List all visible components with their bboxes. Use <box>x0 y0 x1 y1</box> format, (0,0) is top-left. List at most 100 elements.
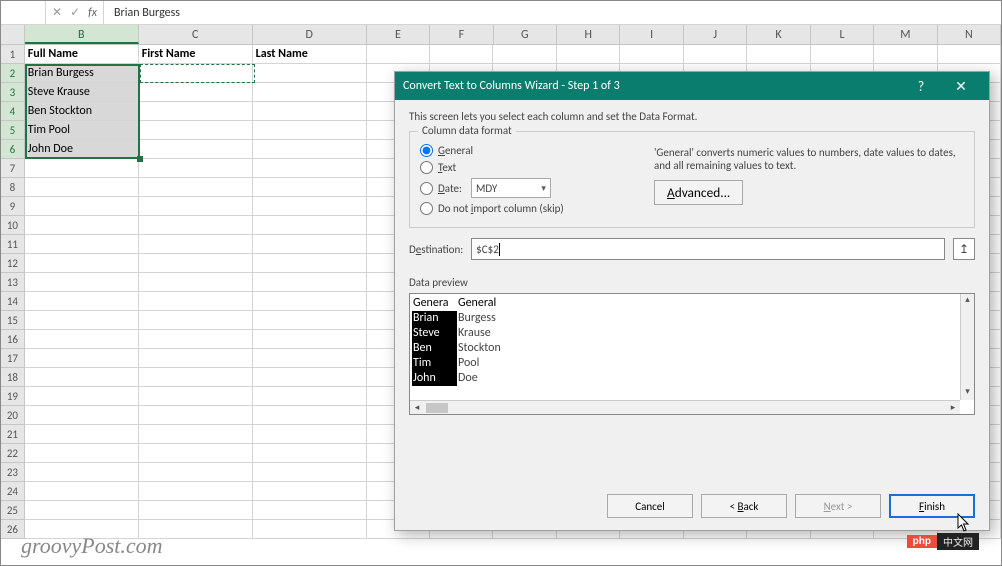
cell-rest[interactable] <box>811 45 874 64</box>
cell-rest[interactable] <box>938 45 1001 64</box>
radio-skip[interactable]: Do not import column (skip) <box>420 202 650 215</box>
col-header-C[interactable]: C <box>139 25 253 44</box>
cell-rest[interactable] <box>253 178 367 197</box>
cell-rest[interactable] <box>139 444 253 463</box>
cell-rest[interactable] <box>684 45 747 64</box>
cell-rest[interactable] <box>139 349 253 368</box>
cell-F1[interactable] <box>430 45 493 64</box>
cell-rest[interactable] <box>493 45 556 64</box>
cell-rest[interactable] <box>253 330 367 349</box>
advanced-button[interactable]: Advanced... <box>654 180 743 205</box>
cell-rest[interactable] <box>139 387 253 406</box>
cell-rest[interactable] <box>253 159 367 178</box>
cell-rest[interactable] <box>253 197 367 216</box>
preview-hscrollbar[interactable]: ◂▸ <box>410 400 960 414</box>
col-header-F[interactable]: F <box>430 25 493 44</box>
help-button[interactable]: ? <box>901 78 941 95</box>
row-header-22[interactable]: 22 <box>1 444 25 463</box>
cell-rest[interactable] <box>25 349 139 368</box>
cell-B4[interactable]: Ben Stockton <box>25 102 139 121</box>
cell-rest[interactable] <box>139 178 253 197</box>
name-box[interactable] <box>1 1 46 24</box>
cell-rest[interactable] <box>253 254 367 273</box>
cell-rest[interactable] <box>25 368 139 387</box>
row-header-13[interactable]: 13 <box>1 273 25 292</box>
scroll-thumb[interactable] <box>426 403 448 413</box>
scroll-right-icon[interactable]: ▸ <box>946 402 960 413</box>
dialog-titlebar[interactable]: Convert Text to Columns Wizard - Step 1 … <box>395 72 989 100</box>
range-picker-button[interactable]: ↥ <box>953 238 975 260</box>
cell-C1[interactable]: First Name <box>139 45 253 64</box>
row-header-15[interactable]: 15 <box>1 311 25 330</box>
cell-rest[interactable] <box>25 292 139 311</box>
cell-D1[interactable]: Last Name <box>253 45 367 64</box>
cell-rest[interactable] <box>25 254 139 273</box>
cell-rest[interactable] <box>253 273 367 292</box>
radio-date[interactable]: Date: MDY ▾ <box>420 178 650 198</box>
cell-rest[interactable] <box>25 501 139 520</box>
fx-icon[interactable]: fx <box>88 6 97 20</box>
cell-rest[interactable] <box>253 349 367 368</box>
row-header-24[interactable]: 24 <box>1 482 25 501</box>
cell-rest[interactable] <box>139 406 253 425</box>
cell-rest[interactable] <box>25 482 139 501</box>
cell-C5[interactable] <box>139 121 253 140</box>
row-header-12[interactable]: 12 <box>1 254 25 273</box>
cell-rest[interactable] <box>139 425 253 444</box>
cell-D2[interactable] <box>253 64 367 83</box>
row-header-2[interactable]: 2 <box>1 64 25 83</box>
formula-value[interactable]: Brian Burgess <box>104 6 180 20</box>
cell-B1[interactable]: Full Name <box>25 45 139 64</box>
cell-rest[interactable] <box>139 254 253 273</box>
col-header-H[interactable]: H <box>557 25 620 44</box>
cell-rest[interactable] <box>253 216 367 235</box>
row-header-1[interactable]: 1 <box>1 45 25 64</box>
cell-rest[interactable] <box>874 45 937 64</box>
back-button[interactable]: < Back <box>701 494 787 518</box>
row-header-11[interactable]: 11 <box>1 235 25 254</box>
cell-D5[interactable] <box>253 121 367 140</box>
row-header-3[interactable]: 3 <box>1 83 25 102</box>
cell-rest[interactable] <box>25 235 139 254</box>
cell-C2[interactable] <box>139 64 253 83</box>
cell-rest[interactable] <box>620 45 683 64</box>
finish-button[interactable]: Finish <box>889 494 975 518</box>
row-header-16[interactable]: 16 <box>1 330 25 349</box>
cell-rest[interactable] <box>253 425 367 444</box>
select-all-corner[interactable] <box>1 25 25 44</box>
cell-D4[interactable] <box>253 102 367 121</box>
cell-rest[interactable] <box>139 159 253 178</box>
cell-rest[interactable] <box>253 463 367 482</box>
cell-rest[interactable] <box>25 197 139 216</box>
cell-rest[interactable] <box>139 197 253 216</box>
cell-E1[interactable] <box>367 45 430 64</box>
cell-rest[interactable] <box>25 425 139 444</box>
radio-general-input[interactable] <box>420 144 433 157</box>
row-header-4[interactable]: 4 <box>1 102 25 121</box>
preview-vscrollbar[interactable]: ▴▾ <box>960 294 974 400</box>
col-header-B[interactable]: B <box>25 25 139 44</box>
row-header-19[interactable]: 19 <box>1 387 25 406</box>
scroll-down-icon[interactable]: ▾ <box>965 386 970 400</box>
radio-skip-input[interactable] <box>420 202 433 215</box>
col-header-K[interactable]: K <box>747 25 810 44</box>
cell-rest[interactable] <box>747 45 810 64</box>
cell-rest[interactable] <box>25 330 139 349</box>
cell-rest[interactable] <box>139 273 253 292</box>
row-header-10[interactable]: 10 <box>1 216 25 235</box>
col-header-N[interactable]: N <box>938 25 1001 44</box>
cell-rest[interactable] <box>253 520 367 539</box>
row-header-25[interactable]: 25 <box>1 501 25 520</box>
cell-rest[interactable] <box>25 311 139 330</box>
cell-B3[interactable]: Steve Krause <box>25 83 139 102</box>
cell-C4[interactable] <box>139 102 253 121</box>
col-header-J[interactable]: J <box>684 25 747 44</box>
row-header-8[interactable]: 8 <box>1 178 25 197</box>
cell-rest[interactable] <box>139 501 253 520</box>
cell-rest[interactable] <box>253 368 367 387</box>
row-header-21[interactable]: 21 <box>1 425 25 444</box>
cell-rest[interactable] <box>25 273 139 292</box>
col-header-E[interactable]: E <box>367 25 430 44</box>
cell-D6[interactable] <box>253 140 367 159</box>
date-format-select[interactable]: MDY ▾ <box>471 178 551 198</box>
